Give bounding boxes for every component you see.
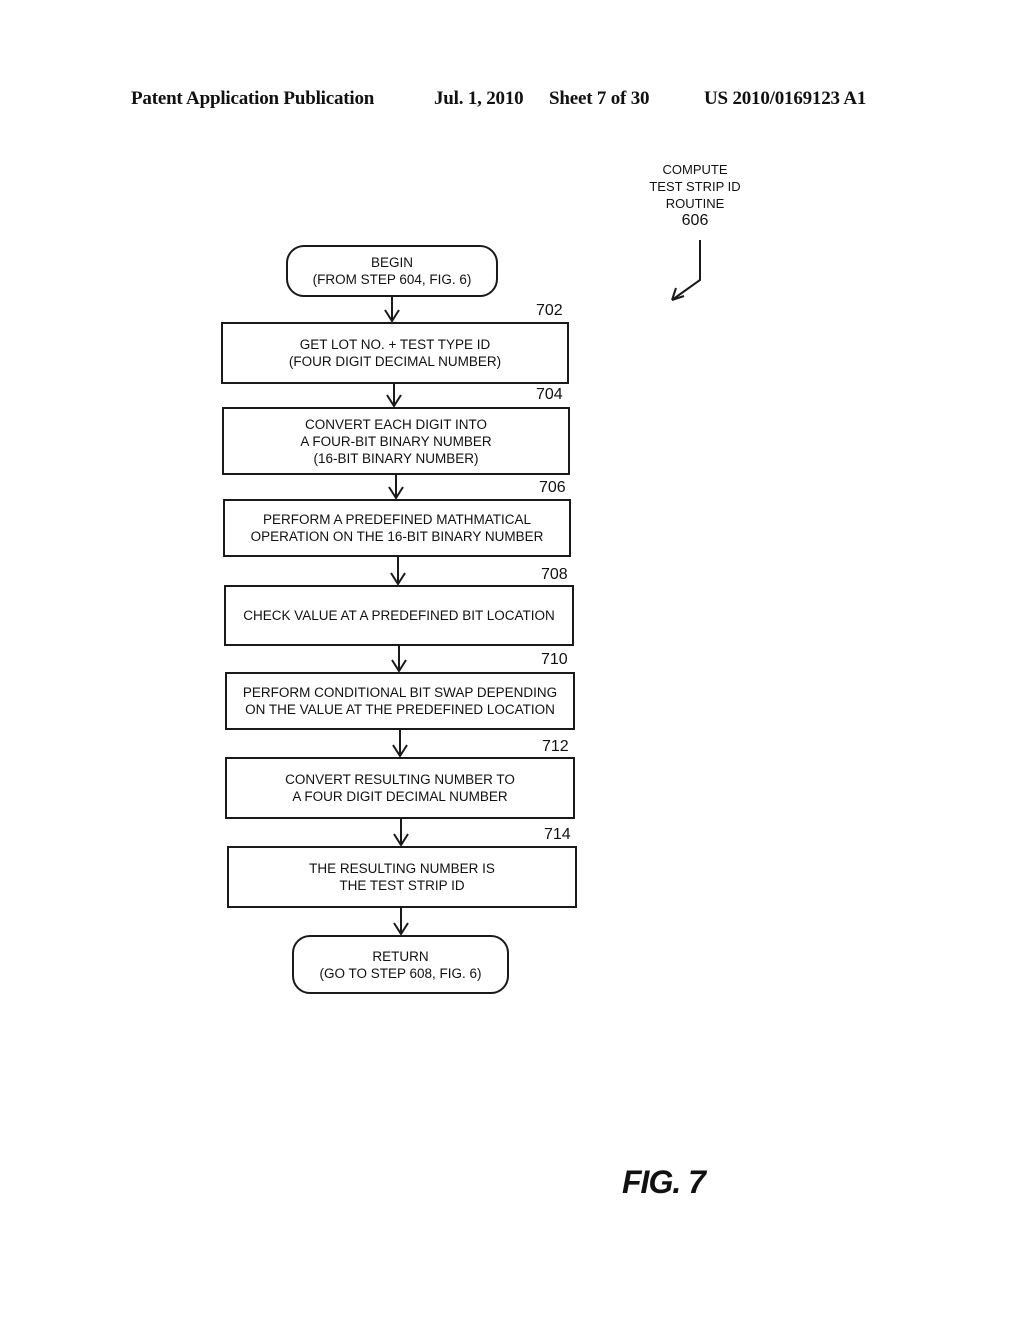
step-ref-712: 712 — [542, 738, 569, 755]
step-704-text: CONVERT EACH DIGIT INTO A FOUR-BIT BINAR… — [300, 416, 492, 466]
step-708-text: CHECK VALUE AT A PREDEFINED BIT LOCATION — [243, 608, 555, 623]
step-706-text: PERFORM A PREDEFINED MATHMATICAL OPERATI… — [250, 512, 544, 544]
flow-arrow — [388, 475, 404, 500]
return-text: RETURN (GO TO STEP 608, FIG. 6) — [319, 948, 482, 981]
flow-arrow — [393, 819, 409, 847]
flow-arrow — [391, 646, 407, 673]
step-706-box: PERFORM A PREDEFINED MATHMATICAL OPERATI… — [223, 499, 571, 557]
routine-pointer-arrow — [671, 240, 701, 301]
flow-arrow — [392, 730, 408, 758]
step-704-box: CONVERT EACH DIGIT INTO A FOUR-BIT BINAR… — [222, 407, 570, 475]
flow-arrow — [393, 908, 409, 936]
step-702-box: GET LOT NO. + TEST TYPE ID (FOUR DIGIT D… — [221, 322, 569, 384]
flow-arrow — [384, 297, 400, 323]
begin-terminal: BEGIN (FROM STEP 604, FIG. 6) — [286, 245, 498, 297]
step-710-box: PERFORM CONDITIONAL BIT SWAP DEPENDING O… — [225, 672, 575, 730]
step-ref-702: 702 — [536, 302, 563, 319]
step-702-text: GET LOT NO. + TEST TYPE ID (FOUR DIGIT D… — [288, 337, 502, 369]
step-ref-706: 706 — [539, 479, 566, 496]
step-ref-708: 708 — [541, 566, 568, 583]
step-712-box: CONVERT RESULTING NUMBER TO A FOUR DIGIT… — [225, 757, 575, 819]
figure-label: FIG. 7 — [622, 1164, 706, 1200]
step-ref-710: 710 — [541, 651, 568, 668]
begin-text: BEGIN (FROM STEP 604, FIG. 6) — [312, 255, 472, 287]
step-ref-714: 714 — [544, 826, 571, 843]
step-714-text: THE RESULTING NUMBER IS THE TEST STRIP I… — [309, 861, 495, 893]
return-terminal: RETURN (GO TO STEP 608, FIG. 6) — [292, 935, 509, 994]
flow-connectors — [384, 240, 701, 936]
flow-arrow — [386, 384, 402, 408]
step-712-text: CONVERT RESULTING NUMBER TO A FOUR DIGIT… — [285, 772, 515, 804]
step-710-text: PERFORM CONDITIONAL BIT SWAP DEPENDING O… — [242, 685, 558, 717]
step-ref-704: 704 — [536, 386, 563, 403]
step-714-box: THE RESULTING NUMBER IS THE TEST STRIP I… — [227, 846, 577, 908]
step-708-box: CHECK VALUE AT A PREDEFINED BIT LOCATION — [224, 585, 574, 646]
flow-arrow — [390, 557, 406, 586]
